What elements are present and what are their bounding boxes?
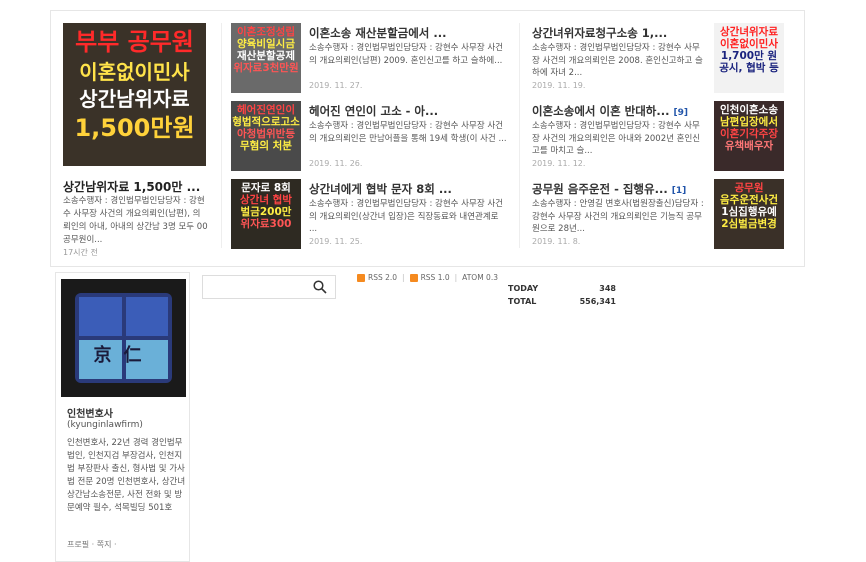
post-date: 2019. 11. 12. [532, 159, 586, 168]
today-label: TODAY [508, 284, 539, 293]
post-thumbnail[interactable]: 공무원 음주운전사건 1심집행유예 2심벌금변경 [714, 179, 784, 249]
thumb-text: 2심벌금변경 [721, 218, 777, 231]
thumb-text: 음주운전사건 [720, 194, 778, 207]
thumb-text: 헤어진연인이 [237, 104, 295, 116]
thumb-text: 유책배우자 [724, 140, 774, 153]
post-summary: 소송수행자 : 경인법무법인담당자 : 강현수 사무장 사건의 개요의뢰인은 만… [309, 121, 507, 144]
rss2-link[interactable]: RSS 2.0 [368, 273, 397, 282]
column-divider [519, 23, 520, 248]
post-thumbnail[interactable]: 이혼조정성립 양육비일시금 재산분할공제 위자료3천만원 [231, 23, 301, 93]
search-icon[interactable] [313, 280, 327, 294]
post-title[interactable]: 헤어진 연인이 고소 - 아... [309, 103, 499, 119]
thumb-text: 상간녀위자료 [720, 26, 778, 38]
post-date: 2019. 11. 27. [309, 81, 363, 90]
post-title[interactable]: 이혼소송에서 이혼 반대하... [9] [532, 103, 707, 119]
post-title[interactable]: 공무원 음주운전 - 집행유... [1] [532, 181, 707, 197]
post-summary: 소송수행자 : 경인법무법인담당자 : 강현수 사무장 사건의 개요의뢰인(상간… [309, 199, 503, 234]
thumb-text: 공무원 [734, 182, 764, 194]
atom-link[interactable]: ATOM 0.3 [462, 273, 498, 282]
thumb-text: 남편입장에서 [720, 116, 778, 129]
post-title-text: 상간녀위자료청구소송 1,... [532, 26, 668, 40]
post-date: 2019. 11. 26. [309, 159, 363, 168]
logo-text: 京仁 [93, 345, 154, 366]
post-summary: 소송수행자 : 경인법무법인담당자 : 강현수 사무장 사건의 개요의뢰인(남편… [309, 43, 503, 66]
rss-icon [409, 273, 418, 282]
thumb-text: 인천이혼소송 [720, 104, 778, 116]
thumb-text: 부부 공무원 [75, 28, 194, 56]
thumb-text: 이혼기각주장 [720, 128, 778, 141]
thumb-text: 재산분할공제 [237, 50, 295, 63]
thumb-text: 형법적으로고소 [232, 116, 300, 129]
rss-icon [357, 273, 365, 282]
counter-today: TODAY 348 [508, 283, 616, 296]
thumb-text: 이혼없이민사 [720, 38, 778, 51]
thumb-text: 이혼없이민사 [79, 59, 190, 84]
profile-id: (kyunginlawfirm) [67, 420, 143, 430]
visitor-counter: TODAY 348 TOTAL 556,341 [508, 283, 616, 308]
post-thumbnail[interactable]: 헤어진연인이 형법적으로고소 아청법위반등 무혐의 처분 [231, 101, 301, 171]
logo-icon [75, 293, 172, 383]
thumb-text: 1심집행유예 [721, 206, 777, 219]
thumb-text: 문자로 8회 [241, 182, 291, 194]
post-title-text: 이혼소송에서 이혼 반대하... [532, 104, 670, 118]
thumb-text: 공시, 협박 등 [719, 62, 779, 75]
thumb-text: 1,700만 원 [720, 50, 778, 63]
profile-description: 인천변호사, 22년 경력 경인법무법인, 인천지검 부장검사, 인천지법 부장… [67, 438, 186, 513]
post-title[interactable]: 상간녀위자료청구소송 1,... [532, 25, 707, 41]
post-thumbnail[interactable]: 인천이혼소송 남편입장에서 이혼기각주장 유책배우자 [714, 101, 784, 171]
recent-posts-panel: 부부 공무원 이혼없이민사 상간남위자료 1,500만원 상간남위자료 1,50… [50, 10, 805, 267]
post-thumbnail[interactable]: 상간녀위자료 이혼없이민사 1,700만 원 공시, 협박 등 [714, 23, 784, 93]
feed-links: RSS 2.0 | RSS 1.0 | ATOM 0.3 [357, 273, 498, 282]
thumb-text: 위자료3천만원 [233, 62, 299, 75]
thumb-text: 1,500만원 [74, 113, 195, 142]
thumb-text: 위자료300 [240, 218, 292, 231]
thumb-text: 벌금200만 [240, 206, 292, 219]
post-summary: 소송수행자 : 경인법무법인담당자 : 강현수 사무장 사건의 개요의뢰인은 2… [532, 43, 703, 78]
comment-count: [1] [671, 186, 687, 196]
featured-thumbnail[interactable]: 부부 공무원 이혼없이민사 상간남위자료 1,500만원 [63, 23, 206, 166]
counter-total: TOTAL 556,341 [508, 296, 616, 309]
thumb-text: 상간남위자료 [79, 86, 190, 111]
post-date: 2019. 11. 25. [309, 237, 363, 246]
profile-name[interactable]: 인천변호사 [67, 405, 113, 420]
featured-time: 17시간 전 [63, 248, 98, 257]
total-label: TOTAL [508, 296, 537, 306]
post-title[interactable]: 상간녀에게 협박 문자 8회 ... [309, 181, 499, 197]
total-value: 556,341 [579, 296, 616, 306]
profile-card: 京仁 인천변호사 (kyunginlawfirm) 인천변호사, 22년 경력 … [55, 272, 190, 562]
thumb-text: 무혐의 처분 [240, 140, 292, 153]
post-date: 2019. 11. 19. [532, 81, 586, 90]
featured-summary: 소송수행자 : 경인법무법인담당자 : 강현수 사무장 사건의 개요의뢰인(남편… [63, 196, 208, 245]
profile-links[interactable]: 프로필 · 쪽지 · [67, 539, 117, 550]
search-box [202, 275, 336, 299]
separator: | [454, 273, 458, 282]
post-summary: 소송수행자 : 안영길 변호사(법원장출신)담당자 : 강현수 사무장 사건의 … [532, 199, 704, 234]
thumb-text: 아청법위반등 [237, 128, 295, 141]
post-summary: 소송수행자 : 경인법무법인담당자 : 강현수 사무장 사건의 개요의뢰인은 아… [532, 121, 701, 156]
post-title[interactable]: 이혼소송 재산분할금에서 ... [309, 25, 499, 41]
today-value: 348 [599, 284, 616, 293]
thumb-text: 상간녀 협박 [240, 194, 292, 207]
column-divider [221, 23, 222, 248]
post-thumbnail[interactable]: 문자로 8회 상간녀 협박 벌금200만 위자료300 [231, 179, 301, 249]
rss1-link[interactable]: RSS 1.0 [421, 273, 450, 282]
comment-count: [9] [673, 108, 689, 118]
post-date: 2019. 11. 8. [532, 237, 581, 246]
separator: | [402, 273, 405, 282]
post-title-text: 공무원 음주운전 - 집행유... [532, 182, 668, 196]
avatar[interactable]: 京仁 [61, 279, 186, 397]
featured-title[interactable]: 상간남위자료 1,500만 ... [63, 178, 208, 195]
search-input[interactable] [207, 279, 307, 295]
thumb-text: 양육비일시금 [237, 38, 295, 51]
thumb-text: 이혼조정성립 [237, 26, 295, 38]
